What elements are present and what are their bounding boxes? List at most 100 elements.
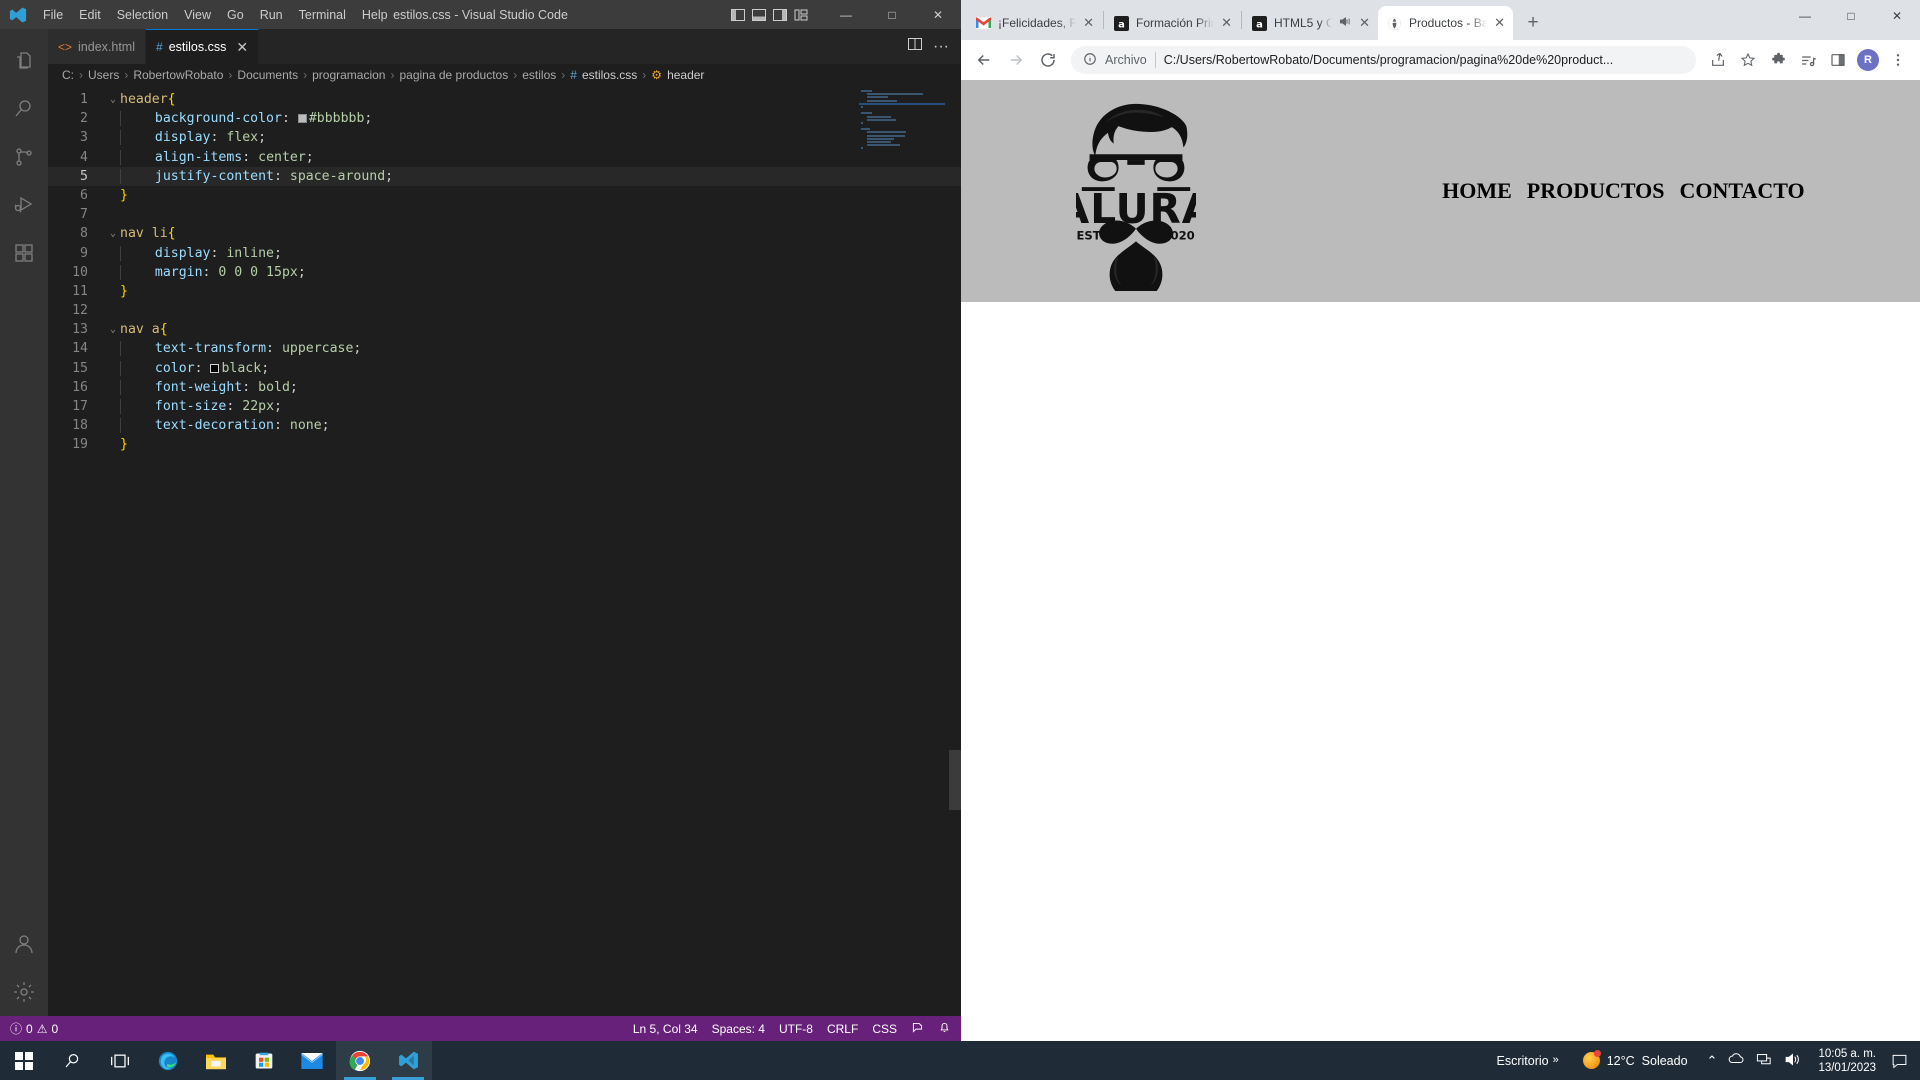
accounts-icon[interactable]: [0, 920, 48, 968]
microsoft-store-icon[interactable]: [240, 1041, 288, 1080]
search-icon[interactable]: [0, 85, 48, 133]
toggle-panel-icon[interactable]: [750, 6, 767, 23]
code-line[interactable]: 12: [48, 301, 961, 320]
editor-tab-estilos-css[interactable]: # estilos.css ✕: [146, 29, 260, 64]
code-line[interactable]: 19}: [48, 435, 961, 454]
code-line[interactable]: 4 align-items: center;: [48, 148, 961, 167]
chrome-tab[interactable]: a Formación Principian ✕: [1105, 6, 1240, 40]
three-dots-menu-icon[interactable]: [1884, 46, 1912, 74]
start-icon[interactable]: [0, 1041, 48, 1080]
chrome-icon[interactable]: [336, 1041, 384, 1080]
vscode-maximize-button[interactable]: □: [869, 0, 915, 29]
code-line[interactable]: 17 font-size: 22px;: [48, 397, 961, 416]
close-icon[interactable]: ✕: [1083, 15, 1094, 31]
status-cursor-position[interactable]: Ln 5, Col 34: [633, 1022, 698, 1036]
network-icon[interactable]: [1756, 1052, 1773, 1070]
media-playlist-icon[interactable]: [1794, 46, 1822, 74]
menu-run[interactable]: Run: [252, 5, 291, 25]
chrome-tab[interactable]: ¡Felicidades, Roberto ✕: [967, 6, 1102, 40]
run-and-debug-icon[interactable]: [0, 181, 48, 229]
edge-icon[interactable]: [144, 1041, 192, 1080]
code-line[interactable]: 2 background-color: #bbbbbb;: [48, 109, 961, 128]
toggle-secondary-sidebar-icon[interactable]: [771, 6, 788, 23]
mail-icon[interactable]: [288, 1041, 336, 1080]
nav-link-contacto[interactable]: CONTACTO: [1680, 178, 1805, 204]
show-hidden-icons-chevron-icon[interactable]: ⌃: [1707, 1053, 1718, 1069]
breadcrumb-item-symbol[interactable]: header: [667, 68, 704, 82]
code-editor[interactable]: 1 ⌄ header{2 background-color: #bbbbbb; 3 d…: [48, 86, 961, 1016]
search-icon[interactable]: [48, 1041, 96, 1080]
code-line[interactable]: 3 display: flex;: [48, 128, 961, 147]
scrollbar-thumb[interactable]: [949, 750, 961, 810]
code-line[interactable]: 8 ⌄ nav li{: [48, 224, 961, 243]
breadcrumb-item-file[interactable]: estilos.css: [582, 68, 637, 82]
menu-file[interactable]: File: [35, 5, 71, 25]
close-icon[interactable]: ✕: [1221, 15, 1232, 31]
split-editor-icon[interactable]: [907, 36, 923, 57]
code-lines-container[interactable]: 1 ⌄ header{2 background-color: #bbbbbb; 3 d…: [48, 86, 961, 1016]
fold-toggle-icon[interactable]: ⌄: [106, 320, 120, 339]
weather-widget[interactable]: 12°C Soleado: [1573, 1050, 1698, 1069]
menu-terminal[interactable]: Terminal: [291, 5, 354, 25]
bell-icon[interactable]: [938, 1021, 951, 1037]
show-desktop-peek[interactable]: Escritorio »: [1483, 1054, 1573, 1068]
code-line[interactable]: 13 ⌄ nav a{: [48, 320, 961, 339]
customize-layout-icon[interactable]: [792, 6, 809, 23]
status-indentation[interactable]: Spaces: 4: [712, 1022, 765, 1036]
share-icon[interactable]: [1704, 46, 1732, 74]
breadcrumb-item-c[interactable]: C:: [62, 68, 74, 82]
editor-minimap[interactable]: [859, 90, 949, 1016]
code-line[interactable]: 15 color: black;: [48, 359, 961, 378]
breadcrumb-item-estilos[interactable]: estilos: [522, 68, 556, 82]
avatar[interactable]: R: [1854, 46, 1882, 74]
explorer-icon[interactable]: [0, 37, 48, 85]
menu-go[interactable]: Go: [219, 5, 252, 25]
code-line[interactable]: 7: [48, 205, 961, 224]
status-language-mode[interactable]: CSS: [872, 1022, 897, 1036]
settings-gear-icon[interactable]: [0, 968, 48, 1016]
task-view-icon[interactable]: [96, 1041, 144, 1080]
vscode-close-button[interactable]: ✕: [915, 0, 961, 29]
code-line[interactable]: 6}: [48, 186, 961, 205]
star-icon[interactable]: [1734, 46, 1762, 74]
fold-toggle-icon[interactable]: ⌄: [106, 90, 120, 109]
file-explorer-icon[interactable]: [192, 1041, 240, 1080]
code-line[interactable]: 14 text-transform: uppercase;: [48, 339, 961, 358]
arrow-forward-icon[interactable]: [1001, 45, 1031, 75]
url-text[interactable]: C:/Users/RobertowRobato/Documents/progra…: [1164, 53, 1614, 67]
code-line[interactable]: 18 text-decoration: none;: [48, 416, 961, 435]
close-icon[interactable]: ✕: [236, 40, 248, 54]
more-actions-icon[interactable]: ···: [933, 38, 949, 56]
new-tab-button[interactable]: +: [1519, 9, 1547, 37]
notification-icon[interactable]: [1884, 1053, 1914, 1069]
editor-tab-index-html[interactable]: <> index.html: [48, 29, 146, 64]
code-line[interactable]: 1 ⌄ header{: [48, 90, 961, 109]
side-panel-icon[interactable]: [1824, 46, 1852, 74]
breadcrumb-item-pagina-de-productos[interactable]: pagina de productos: [399, 68, 508, 82]
chrome-tab[interactable]: a HTML5 y CSS3 p ✕: [1243, 6, 1378, 40]
smiley-feedback-icon[interactable]: [911, 1021, 924, 1037]
status-problems[interactable]: ⓘ 0 ⚠ 0: [10, 1020, 58, 1037]
fold-toggle-icon[interactable]: ⌄: [106, 224, 120, 243]
editor-scrollbar[interactable]: [949, 86, 961, 1016]
clock[interactable]: 10:05 a. m. 13/01/2023: [1810, 1047, 1884, 1075]
close-icon[interactable]: ✕: [1359, 15, 1370, 31]
chrome-minimize-button[interactable]: —: [1782, 0, 1828, 32]
chrome-tab[interactable]: Productos - Barbería ✕: [1378, 6, 1513, 40]
overflow-icon[interactable]: »: [1553, 1054, 1559, 1066]
vscode-icon[interactable]: [384, 1041, 432, 1080]
puzzle-icon[interactable]: [1764, 46, 1792, 74]
menu-view[interactable]: View: [176, 5, 219, 25]
reload-icon[interactable]: [1033, 45, 1063, 75]
status-encoding[interactable]: UTF-8: [779, 1022, 813, 1036]
extensions-icon[interactable]: [0, 229, 48, 277]
code-line[interactable]: 11}: [48, 282, 961, 301]
code-line[interactable]: 9 display: inline;: [48, 244, 961, 263]
toggle-primary-sidebar-icon[interactable]: [729, 6, 746, 23]
tab-audio-muted-icon[interactable]: [1339, 16, 1352, 30]
menu-edit[interactable]: Edit: [71, 5, 109, 25]
chrome-close-button[interactable]: ✕: [1874, 0, 1920, 32]
arrow-back-icon[interactable]: [969, 45, 999, 75]
code-line[interactable]: 16 font-weight: bold;: [48, 378, 961, 397]
breadcrumb-item-documents[interactable]: Documents: [237, 68, 298, 82]
